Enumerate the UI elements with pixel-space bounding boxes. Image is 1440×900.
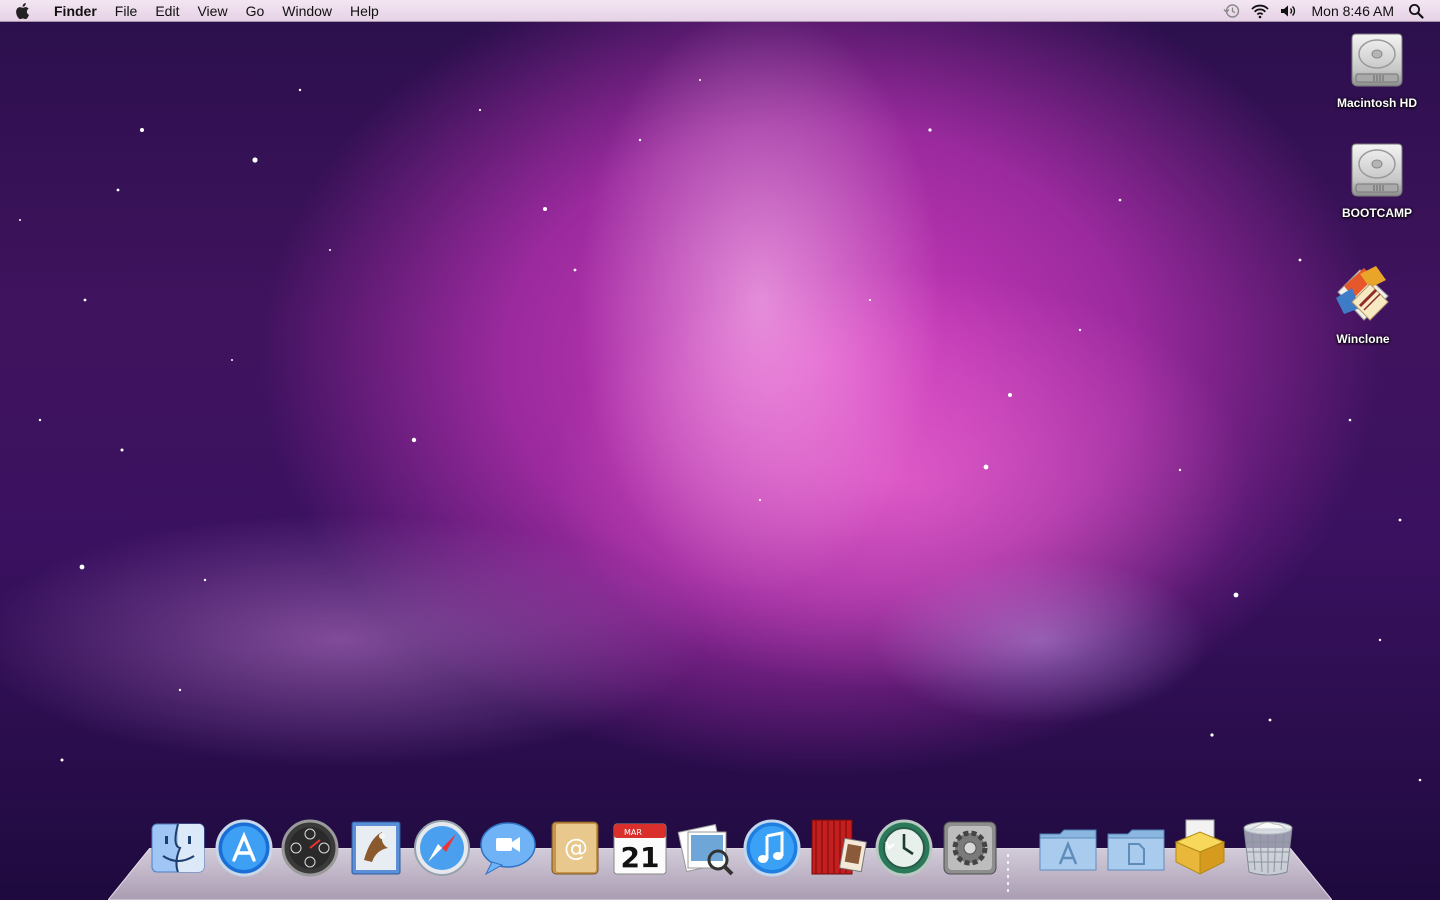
trash-icon [1243,821,1293,876]
dock-dashboard[interactable] [280,818,340,878]
dock-downloads-stack[interactable] [1170,818,1230,878]
preview-icon [677,823,734,876]
desktop-icon-label: BOOTCAMP [1342,206,1412,220]
dashboard-icon [281,819,339,877]
dock-ical[interactable]: MAR 21 [610,818,670,878]
desktop-icon-macintosh-hd[interactable]: Macintosh HD [1322,30,1432,110]
ical-month-label: MAR [624,828,642,837]
dock-itunes[interactable] [742,818,802,878]
dock-app-store[interactable] [214,818,274,878]
menu-edit[interactable]: Edit [146,0,188,22]
address-book-icon: @ [551,821,599,875]
menu-bar: Finder File Edit View Go Window Help Mon… [0,0,1440,22]
dock-trash[interactable] [1238,818,1298,878]
ical-day-label: 21 [621,841,660,874]
dock-time-machine[interactable] [874,818,934,878]
menu-file[interactable]: File [106,0,147,22]
hard-drive-icon [1351,143,1403,197]
dock-ichat[interactable] [478,818,538,878]
spotlight-search-icon[interactable] [1402,0,1430,22]
desktop[interactable]: Finder File Edit View Go Window Help Mon… [0,0,1440,900]
finder-icon [151,823,205,873]
desktop-icon-label: Macintosh HD [1336,96,1417,110]
dock-documents-folder[interactable] [1104,818,1165,878]
menu-app-finder[interactable]: Finder [44,0,106,22]
downloads-stack-icon [1174,819,1226,875]
documents-folder-icon [1107,829,1165,871]
menu-window[interactable]: Window [273,0,341,22]
ical-icon: MAR 21 [613,823,667,875]
winclone-app-icon [1336,266,1389,321]
dock-finder[interactable] [148,818,208,878]
desktop-icon-winclone[interactable]: Winclone [1308,262,1418,346]
dock-safari[interactable] [412,818,472,878]
mail-icon [351,821,401,875]
wallpaper-stars [19,79,1422,782]
dock-system-preferences[interactable] [940,818,1000,878]
volume-icon[interactable] [1274,0,1302,22]
applications-folder-icon [1039,829,1097,871]
time-machine-icon [875,819,933,877]
apple-logo-icon [16,2,29,19]
front-row-icon [811,819,868,875]
dock-front-row[interactable] [808,818,868,878]
itunes-icon [743,819,801,877]
wifi-icon[interactable] [1246,0,1274,22]
hard-drive-icon [1351,33,1403,87]
desktop-icon-bootcamp[interactable]: BOOTCAMP [1322,140,1432,220]
ichat-icon [480,822,536,876]
desktop-icon-label: Winclone [1336,332,1390,346]
menu-clock[interactable]: Mon 8:46 AM [1302,3,1403,19]
dock-mail[interactable] [346,818,406,878]
dock-applications-folder[interactable] [1036,818,1097,878]
apple-menu[interactable] [0,0,44,22]
app-store-icon [215,819,273,877]
dock-address-book[interactable]: @ [544,818,604,878]
dock-preview[interactable] [676,818,736,878]
system-preferences-icon [943,821,997,875]
menu-go[interactable]: Go [237,0,274,22]
svg-text:@: @ [564,834,588,862]
safari-icon [414,820,470,876]
menu-help[interactable]: Help [341,0,388,22]
time-machine-menu-icon[interactable] [1218,0,1246,22]
menu-view[interactable]: View [188,0,236,22]
